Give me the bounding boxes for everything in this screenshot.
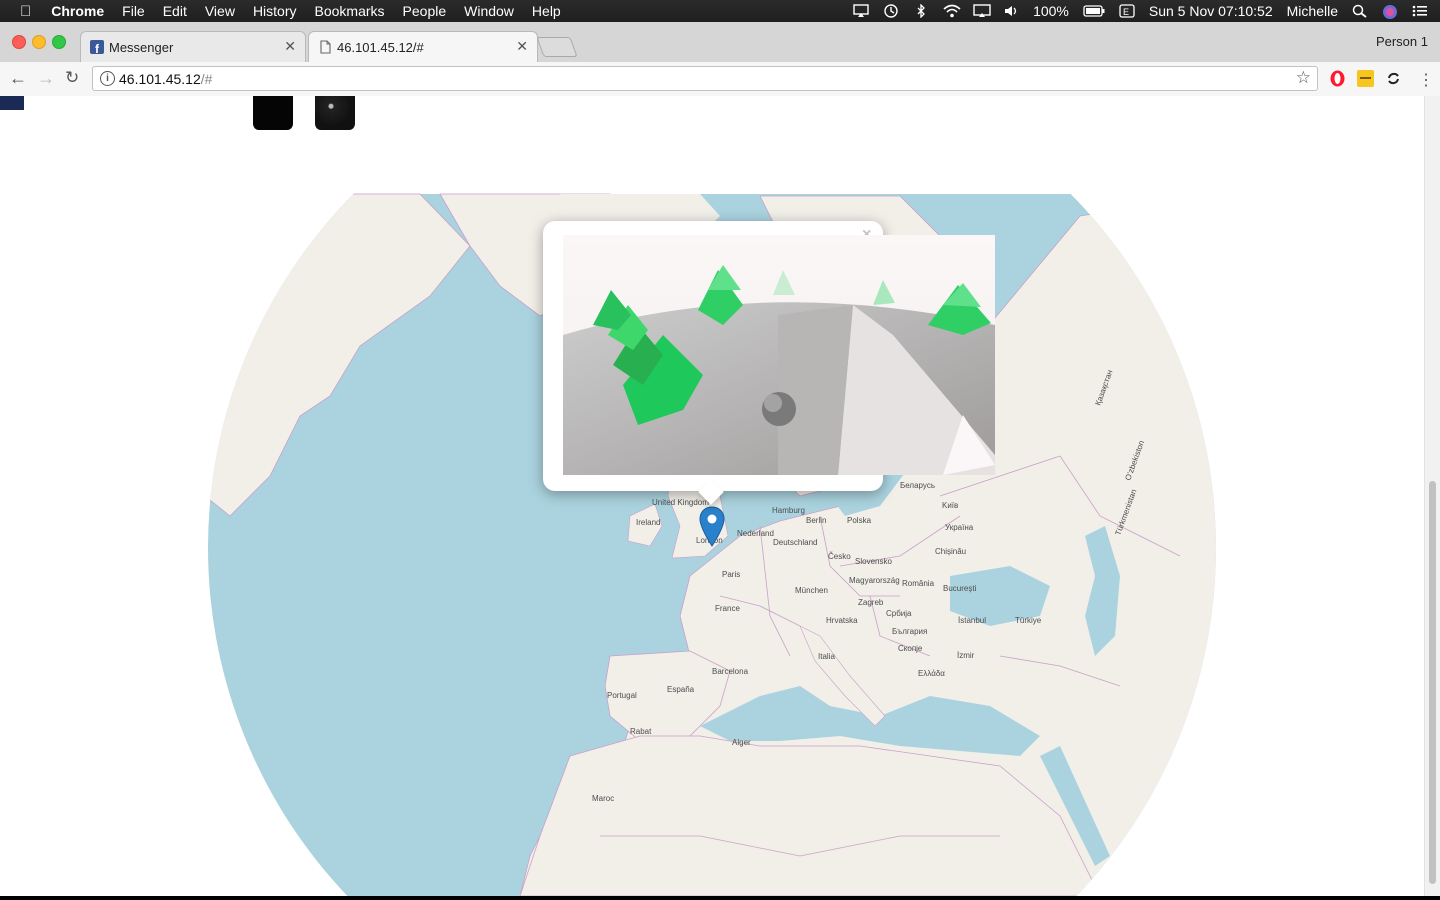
menu-view[interactable]: View <box>205 3 235 19</box>
tab-strip: f Messenger ✕ 46.101.45.12/# ✕ Person 1 <box>0 22 1440 62</box>
battery-percent[interactable]: 100% <box>1033 3 1069 19</box>
yellow-extension-icon[interactable] <box>1357 70 1374 87</box>
map-label: Paris <box>722 570 740 579</box>
document-icon <box>318 40 332 54</box>
map-label: Česko <box>828 552 851 561</box>
menu-edit[interactable]: Edit <box>163 3 187 19</box>
tab-current-page[interactable]: 46.101.45.12/# ✕ <box>308 31 538 62</box>
map-label: România <box>902 579 935 588</box>
menu-app-name[interactable]: Chrome <box>51 3 104 19</box>
tab-messenger[interactable]: f Messenger ✕ <box>80 31 306 62</box>
map-label: France <box>715 604 740 613</box>
map-label: Berlin <box>806 516 826 525</box>
display-mirroring-icon[interactable] <box>973 4 991 18</box>
zoom-window-button[interactable] <box>52 35 66 49</box>
notification-center-icon[interactable] <box>1412 4 1428 18</box>
keyboard-icon[interactable]: E <box>1119 4 1135 18</box>
wifi-icon[interactable] <box>943 4 961 18</box>
map-label: Беларусь <box>900 481 935 490</box>
tab-close-icon[interactable]: ✕ <box>516 38 528 55</box>
spotlight-search-icon[interactable] <box>1352 4 1368 18</box>
url-path: /# <box>200 71 213 87</box>
map-label: Slovensko <box>855 557 892 566</box>
close-window-button[interactable] <box>12 35 26 49</box>
new-tab-button[interactable] <box>536 37 578 57</box>
bookmark-star-icon[interactable]: ☆ <box>1296 68 1311 88</box>
map-label: Portugal <box>607 691 637 700</box>
url-host: 46.101.45.12 <box>119 71 201 87</box>
menu-file[interactable]: File <box>122 3 145 19</box>
map-label: Nederland <box>737 529 774 538</box>
menu-window[interactable]: Window <box>464 3 514 19</box>
chrome-menu-icon[interactable]: ⋮ <box>1418 70 1435 89</box>
map-label: Ελλάδα <box>918 669 945 678</box>
map-label: Ireland <box>636 518 660 527</box>
map-label: București <box>943 584 977 593</box>
svg-text:E: E <box>1123 7 1129 17</box>
address-bar[interactable]: i 46.101.45.12/# ☆ <box>92 66 1318 91</box>
minimize-window-button[interactable] <box>32 35 46 49</box>
menu-help[interactable]: Help <box>532 3 561 19</box>
time-machine-icon[interactable] <box>883 4 899 18</box>
apple-menu-icon[interactable]:  <box>20 3 31 20</box>
map-label: Maroc <box>592 794 614 803</box>
forward-arrow-icon[interactable]: → <box>37 68 55 89</box>
map-label: Türkiye <box>1015 616 1042 625</box>
map-label: Rabat <box>630 727 652 736</box>
map-label: Alger <box>732 738 751 747</box>
map-label: Hamburg <box>772 506 805 515</box>
map-label: Україна <box>945 523 974 532</box>
map-label: İstanbul <box>958 616 986 625</box>
map-label: България <box>892 627 927 636</box>
map-label: Barcelona <box>712 667 749 676</box>
opera-extension-icon[interactable] <box>1329 70 1346 87</box>
airplay-icon[interactable] <box>853 4 869 18</box>
browser-toolbar: ← → ↻ i 46.101.45.12/# ☆ ⋮ <box>0 62 1440 97</box>
map-label: Polska <box>847 516 872 525</box>
map-label: Hrvatska <box>826 616 858 625</box>
volume-icon[interactable] <box>1003 4 1019 18</box>
map-label: España <box>667 685 695 694</box>
scrollbar-thumb[interactable] <box>1429 481 1436 884</box>
map-pin-marker-icon[interactable] <box>699 506 725 553</box>
tab-close-icon[interactable]: ✕ <box>284 38 296 55</box>
menu-bookmarks[interactable]: Bookmarks <box>315 3 385 19</box>
map-label: Скопје <box>898 644 923 653</box>
map-label: Magyarország <box>849 576 900 585</box>
profile-button[interactable]: Person 1 <box>1376 34 1428 49</box>
page-content: United Kingdom Ireland London Paris Fran… <box>0 96 1424 896</box>
tab-title: Messenger <box>109 40 174 55</box>
map-label: Србија <box>886 609 912 618</box>
sync-extension-icon[interactable] <box>1385 70 1402 87</box>
clock[interactable]: Sun 5 Nov 07:10:52 <box>1149 3 1273 19</box>
menu-people[interactable]: People <box>403 3 447 19</box>
map-label: Chișinău <box>935 547 966 556</box>
url-text[interactable]: 46.101.45.12/# <box>119 71 212 87</box>
site-info-icon[interactable]: i <box>100 71 115 86</box>
bluetooth-icon[interactable] <box>913 3 929 19</box>
window-bottom-edge <box>0 896 1440 900</box>
game-scene-preview[interactable] <box>563 235 995 475</box>
user-name[interactable]: Michelle <box>1287 3 1338 19</box>
map-label: Deutschland <box>773 538 817 547</box>
menu-history[interactable]: History <box>253 3 297 19</box>
reload-icon[interactable]: ↻ <box>65 68 79 88</box>
map-label: München <box>795 586 828 595</box>
vertical-scrollbar[interactable] <box>1424 96 1440 896</box>
map-label: Italia <box>818 652 835 661</box>
macos-menu-bar:  Chrome File Edit View History Bookmark… <box>0 0 1440 22</box>
tab-title: 46.101.45.12/# <box>337 40 424 55</box>
facebook-icon: f <box>90 40 104 56</box>
map-label: Kиїв <box>942 501 958 510</box>
player-ball-highlight <box>764 394 782 412</box>
siri-icon[interactable] <box>1382 4 1398 19</box>
back-arrow-icon[interactable]: ← <box>9 68 27 89</box>
map-label: Zagreb <box>858 598 884 607</box>
map-label: İzmir <box>957 651 975 660</box>
battery-icon[interactable] <box>1083 4 1105 18</box>
